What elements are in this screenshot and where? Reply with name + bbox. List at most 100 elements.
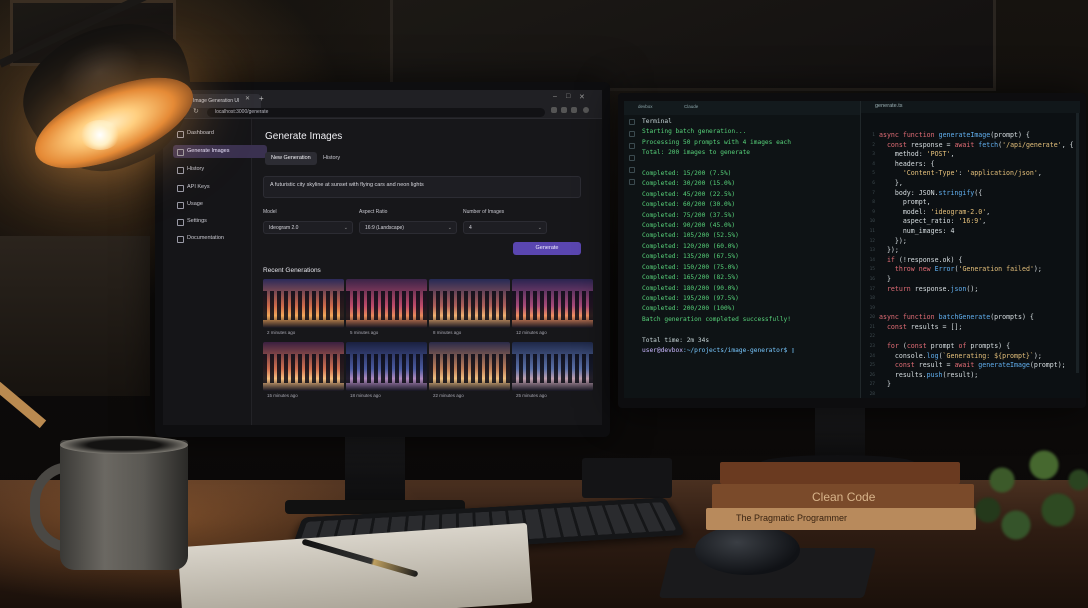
- thumbnail-timestamp: 12 minutes ago: [516, 330, 547, 335]
- minimize-icon[interactable]: –: [553, 93, 557, 100]
- sidebar-item-settings[interactable]: Settings: [173, 215, 267, 228]
- page-title: Generate Images: [265, 131, 343, 142]
- terminal-line: Completed: 195/200 (97.5%): [642, 294, 739, 302]
- coffee-mug: [60, 440, 188, 570]
- sidebar-item-history[interactable]: History: [173, 163, 267, 176]
- terminal-line: Completed: 75/200 (37.5%): [642, 211, 736, 219]
- sidebar-item-usage[interactable]: Usage: [173, 198, 267, 211]
- chevron-down-icon: ⌄: [447, 225, 452, 231]
- code-line: method: 'POST',: [879, 150, 955, 159]
- prompt-input[interactable]: A futuristic city skyline at sunset with…: [263, 176, 581, 198]
- code-line: prompt,: [879, 198, 931, 207]
- terminal-prompt[interactable]: user@devbox:~/projects/image-generator$ …: [642, 346, 795, 356]
- book-pragmatic-programmer: The Pragmatic Programmer: [706, 508, 976, 530]
- generated-image-thumbnail[interactable]: [429, 279, 510, 328]
- code-line: num_images: 4: [879, 226, 955, 235]
- close-tab-icon[interactable]: ✕: [245, 95, 250, 102]
- line-number: 2: [872, 142, 875, 148]
- sidebar-item-generate-images[interactable]: Generate Images: [173, 145, 267, 158]
- sidebar-item-label: Dashboard: [187, 130, 214, 136]
- generated-image-thumbnail[interactable]: [263, 279, 344, 328]
- code-content: async function generateImage(prompt) { c…: [879, 131, 1074, 398]
- terminal-line: Total: 200 images to generate: [642, 149, 751, 157]
- code-line: });: [879, 246, 899, 255]
- line-number: 28: [869, 392, 875, 398]
- terminal-tab[interactable]: devbox: [638, 104, 653, 109]
- code-line: throw new Error('Generation failed');: [894, 265, 1042, 274]
- number-of-images-label: Number of Images: [463, 209, 505, 215]
- browser-window: Image Generation UI ✕ + ← → ↻ localhost:…: [163, 90, 602, 425]
- extension-icon[interactable]: [561, 107, 567, 113]
- thumbnail-timestamp: 25 minutes ago: [516, 393, 547, 398]
- git-icon[interactable]: [629, 143, 635, 149]
- code-line: console.log(`Generating: ${prompt}`);: [879, 351, 1042, 360]
- generate-button[interactable]: Generate: [513, 242, 581, 255]
- line-numbers: 1 2 3 4 5 6 7 8 9 10 11 12 13 14 15 16 17 18 19 20 21 22 23 24 2…: [865, 131, 875, 398]
- sidebar-item-api-keys[interactable]: API Keys: [173, 181, 267, 194]
- line-number: 20: [869, 315, 875, 321]
- generated-image-thumbnail[interactable]: [512, 342, 593, 391]
- editor-tab[interactable]: generate.ts: [875, 103, 903, 109]
- generated-image-thumbnail[interactable]: [346, 279, 427, 328]
- sidebar-item-dashboard[interactable]: Dashboard: [173, 127, 267, 140]
- generated-image-thumbnail[interactable]: [429, 342, 510, 391]
- right-monitor-stand: [815, 407, 865, 462]
- desk-scene: Image Generation UI ✕ + ← → ↻ localhost:…: [0, 0, 1088, 608]
- close-window-icon[interactable]: ✕: [579, 93, 585, 101]
- reload-icon[interactable]: ↻: [193, 107, 199, 115]
- recent-generations-heading: Recent Generations: [263, 267, 321, 274]
- generated-image-thumbnail[interactable]: [346, 342, 427, 391]
- chevron-down-icon: ⌄: [537, 225, 542, 231]
- line-number: 14: [869, 257, 875, 263]
- sidebar-item-documentation[interactable]: Documentation: [173, 232, 267, 245]
- line-number: 26: [869, 372, 875, 378]
- settings-icon[interactable]: [629, 179, 635, 185]
- code-line: model: 'ideogram-2.0',: [879, 207, 991, 216]
- terminal-line: Completed: 165/200 (82.5%): [642, 274, 739, 282]
- generated-image-thumbnail[interactable]: [263, 342, 344, 391]
- book-clean-code: Clean Code: [712, 484, 974, 510]
- tab-history[interactable]: History: [317, 152, 346, 165]
- debug-icon[interactable]: [629, 155, 635, 161]
- line-number: 22: [869, 334, 875, 340]
- background-shelf: [0, 236, 150, 396]
- profile-icon[interactable]: [583, 107, 589, 113]
- sidebar-item-label: Usage: [187, 201, 203, 207]
- terminal-tab-2[interactable]: Claude: [684, 104, 698, 109]
- model-label: Model: [263, 209, 277, 215]
- browser-toolbar: Image Generation UI ✕ + ← → ↻ localhost:…: [163, 90, 602, 119]
- dashboard-icon: [177, 131, 184, 138]
- extensions-icon[interactable]: [629, 167, 635, 173]
- tab-new-generation[interactable]: New Generation: [265, 152, 317, 165]
- code-line: }: [879, 380, 891, 389]
- number-of-images-select[interactable]: 4 ⌄: [463, 221, 547, 234]
- history-icon: [177, 167, 184, 174]
- address-bar[interactable]: localhost:3000/generate: [207, 108, 545, 117]
- line-number: 23: [869, 344, 875, 350]
- extension-icon[interactable]: [551, 107, 557, 113]
- code-line: if (!response.ok) {: [886, 255, 963, 264]
- wall-picture-frame: [390, 0, 996, 91]
- new-tab-icon[interactable]: +: [259, 94, 264, 103]
- code-line: async function batchGenerate(prompts) {: [879, 313, 1034, 322]
- thumbnail-timestamp: 22 minutes ago: [433, 393, 464, 398]
- terminal-line: Terminal: [642, 118, 672, 125]
- extension-icon[interactable]: [571, 107, 577, 113]
- editor-scrollbar[interactable]: [1076, 113, 1079, 373]
- line-number: 25: [869, 363, 875, 369]
- generated-image-thumbnail[interactable]: [512, 279, 593, 328]
- aspect-ratio-select[interactable]: 16:9 (Landscape) ⌄: [359, 221, 457, 234]
- line-number: 8: [872, 200, 875, 206]
- model-select[interactable]: Ideogram 2.0 ⌄: [263, 221, 353, 234]
- search-icon[interactable]: [629, 131, 635, 137]
- code-line: const response = await fetch('/api/gener…: [886, 140, 1074, 149]
- explorer-icon[interactable]: [629, 119, 635, 125]
- line-number: 19: [869, 305, 875, 311]
- maximize-icon[interactable]: □: [566, 93, 570, 100]
- thumbnail-timestamp: 15 minutes ago: [267, 393, 298, 398]
- right-monitor: devbox Claude Terminal Starting batch gen…: [618, 93, 1086, 408]
